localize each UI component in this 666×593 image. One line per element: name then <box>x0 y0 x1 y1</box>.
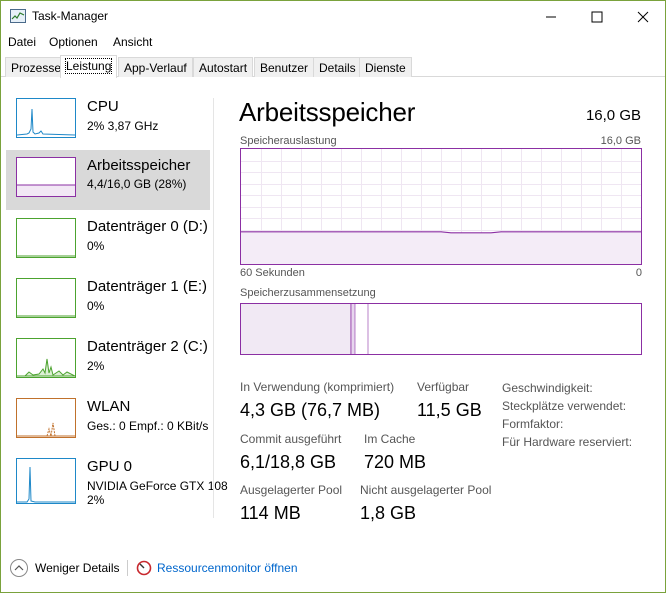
in-use-label: In Verwendung (komprimiert) <box>240 380 395 394</box>
sidebar-item-subtitle: 0% <box>87 239 105 253</box>
memory-thumbnail-graph <box>16 157 76 197</box>
window-title: Task-Manager <box>32 9 109 23</box>
disk-1-thumbnail-graph <box>16 278 76 318</box>
available-value: 11,5 GB <box>417 400 482 420</box>
committed-label: Commit ausgeführt <box>240 432 342 446</box>
committed-value: 6,1/18,8 GB <box>240 452 337 472</box>
title-bar[interactable]: Task-Manager <box>1 1 665 31</box>
task-manager-window: Task-Manager Datei Optionen Ansicht Proz… <box>0 0 666 593</box>
sidebar-divider <box>213 98 214 518</box>
chevron-up-icon <box>14 565 24 571</box>
sidebar-item-subtitle-2: 2% <box>87 493 105 507</box>
sidebar-item-disk-1[interactable]: Datenträger 1 (E:) 0% <box>6 275 210 331</box>
tab-label: Dienste <box>365 61 406 75</box>
tab-label: Details <box>319 61 356 75</box>
sidebar-item-subtitle: 2% <box>87 359 105 373</box>
tab-services[interactable]: Dienste <box>359 57 412 77</box>
cpu-thumbnail-graph <box>16 98 76 138</box>
tab-details[interactable]: Details <box>313 57 362 77</box>
cached-label: Im Cache <box>364 432 416 446</box>
cached-value: 720 MB <box>364 452 427 472</box>
tab-bar: Prozesse Leistung App-Verlauf Autostart … <box>1 55 665 78</box>
nonpaged-pool-value: 1,8 GB <box>360 503 417 523</box>
tab-label: App-Verlauf <box>124 61 187 75</box>
tab-label: Prozesse <box>11 61 62 75</box>
memory-usage-chart <box>241 149 641 264</box>
tab-processes[interactable]: Prozesse <box>5 57 68 77</box>
form-factor-label: Formfaktor: <box>502 417 564 431</box>
time-axis-end: 0 <box>635 267 642 279</box>
sidebar-item-title: WLAN <box>87 398 131 415</box>
slots-label: Steckplätze verwendet: <box>502 399 627 413</box>
sidebar-item-subtitle: 0% <box>87 299 105 313</box>
paged-pool-value: 114 MB <box>240 503 301 523</box>
page-title: Arbeitsspeicher <box>239 97 416 127</box>
minimize-button[interactable] <box>528 1 574 31</box>
menu-view[interactable]: Ansicht <box>113 35 152 49</box>
fewer-details-button[interactable]: Weniger Details <box>35 561 119 575</box>
disk-2-thumbnail-graph <box>16 338 76 378</box>
speed-label: Geschwindigkeit: <box>502 381 593 395</box>
in-use-value: 4,3 GB (76,7 MB) <box>240 400 381 420</box>
tab-performance[interactable]: Leistung <box>60 55 118 78</box>
sidebar-item-title: Datenträger 2 (C:) <box>87 338 208 355</box>
sidebar-item-subtitle: 4,4/16,0 GB (28%) <box>87 177 187 191</box>
tab-label: Leistung <box>64 58 113 74</box>
usage-graph-label: Speicherauslastung <box>240 135 337 147</box>
sidebar-item-disk-2[interactable]: Datenträger 2 (C:) 2% <box>6 335 210 391</box>
usage-area <box>241 231 641 264</box>
fewer-details-toggle[interactable] <box>10 559 28 577</box>
menu-file[interactable]: Datei <box>8 35 36 49</box>
resource-sidebar: CPU 2% 3,87 GHz Arbeitsspeicher 4,4/16,0… <box>2 95 228 535</box>
sidebar-item-title: Datenträger 0 (D:) <box>87 218 208 235</box>
sidebar-item-subtitle: Ges.: 0 Empf.: 0 KBit/s <box>87 419 209 433</box>
memory-total: 16,0 GB <box>585 107 641 124</box>
tab-startup[interactable]: Autostart <box>193 57 254 77</box>
sidebar-item-memory[interactable]: Arbeitsspeicher 4,4/16,0 GB (28%) <box>6 150 210 210</box>
sidebar-item-title: GPU 0 <box>87 458 133 475</box>
memory-composition-bar <box>240 303 642 355</box>
maximize-button[interactable] <box>574 1 620 31</box>
gpu-thumbnail-graph <box>16 458 76 504</box>
time-axis-start: 60 Sekunden <box>240 267 305 279</box>
footer: Weniger Details Ressourcenmonitor öffnen <box>2 546 665 592</box>
sidebar-item-cpu[interactable]: CPU 2% 3,87 GHz <box>6 95 210 151</box>
sidebar-item-title: Arbeitsspeicher <box>87 157 191 174</box>
open-resource-monitor-link[interactable]: Ressourcenmonitor öffnen <box>157 561 298 575</box>
composition-label: Speicherzusammensetzung <box>240 287 376 299</box>
nonpaged-pool-label: Nicht ausgelagerter Pool <box>360 483 492 497</box>
sidebar-item-subtitle: 2% 3,87 GHz <box>87 119 159 133</box>
resource-monitor-icon[interactable] <box>136 560 152 576</box>
sidebar-item-gpu[interactable]: GPU 0 NVIDIA GeForce GTX 108 2% <box>6 455 228 523</box>
hardware-reserved-label: Für Hardware reserviert: <box>502 435 633 449</box>
sidebar-item-wlan[interactable]: WLAN Ges.: 0 Empf.: 0 KBit/s <box>6 395 210 451</box>
tab-label: Autostart <box>199 61 248 75</box>
tab-app-history[interactable]: App-Verlauf <box>118 57 193 77</box>
sidebar-item-disk-0[interactable]: Datenträger 0 (D:) 0% <box>6 215 210 271</box>
sidebar-item-title: CPU <box>87 98 119 115</box>
paged-pool-label: Ausgelagerter Pool <box>240 483 343 497</box>
disk-0-thumbnail-graph <box>16 218 76 258</box>
performance-content: CPU 2% 3,87 GHz Arbeitsspeicher 4,4/16,0… <box>2 78 665 545</box>
wlan-thumbnail-graph <box>16 398 76 438</box>
sidebar-item-title: Datenträger 1 (E:) <box>87 278 208 295</box>
usage-graph-max: 16,0 GB <box>600 135 641 147</box>
tab-users[interactable]: Benutzer <box>254 57 315 77</box>
task-manager-icon <box>10 9 26 23</box>
menu-options[interactable]: Optionen <box>49 35 98 49</box>
sidebar-item-subtitle: NVIDIA GeForce GTX 108 <box>87 479 228 493</box>
close-button[interactable] <box>620 1 666 31</box>
menu-bar: Datei Optionen Ansicht <box>1 32 665 52</box>
tab-label: Benutzer <box>260 61 309 75</box>
available-label: Verfügbar <box>417 380 470 394</box>
memory-usage-graph <box>240 148 642 265</box>
footer-divider <box>127 560 128 576</box>
